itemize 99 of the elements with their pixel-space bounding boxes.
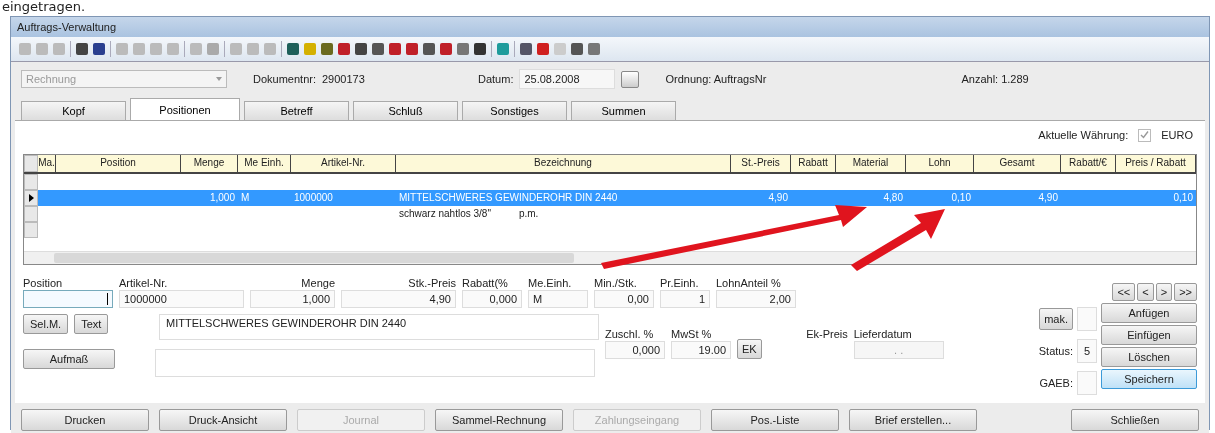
- column-header[interactable]: Artikel-Nr.: [291, 155, 396, 172]
- input-field[interactable]: M: [528, 290, 588, 308]
- input-field[interactable]: [23, 290, 113, 308]
- column-header[interactable]: Position: [56, 155, 181, 172]
- field-label: Ek-Preis: [805, 328, 848, 340]
- currency-checkbox[interactable]: [1138, 128, 1152, 142]
- field-label: Rabatt(%: [462, 277, 509, 289]
- action-button[interactable]: Anfügen: [1101, 303, 1197, 323]
- navigation-button[interactable]: <: [1137, 283, 1154, 301]
- record-count: Anzahl: 1.289: [961, 73, 1029, 85]
- measure-button[interactable]: Aufmaß: [23, 349, 115, 369]
- status-label: Status:: [1038, 345, 1073, 357]
- field-label: Stk.-Preis: [407, 277, 456, 289]
- calendar-icon[interactable]: [621, 70, 640, 88]
- field-label: Artikel-Nr.: [119, 277, 169, 289]
- column-header[interactable]: Material: [836, 155, 906, 172]
- tab[interactable]: Summen: [571, 101, 676, 120]
- field-label: Pr.Einh.: [660, 277, 700, 289]
- action-button[interactable]: Speichern: [1101, 369, 1197, 389]
- footer-button[interactable]: Druck-Ansicht: [159, 409, 287, 431]
- tab[interactable]: Positionen: [130, 98, 240, 120]
- input-field[interactable]: 0,000: [605, 341, 665, 359]
- table-cell: MITTELSCHWERES GEWINDEROHR DIN 2440: [399, 192, 618, 203]
- column-header[interactable]: Preis / Rabatt: [1116, 155, 1196, 172]
- row-header-cell[interactable]: [24, 190, 38, 206]
- column-header[interactable]: Rabatt: [791, 155, 836, 172]
- tab[interactable]: Kopf: [21, 101, 126, 120]
- document-number-label: Dokumentnr:: [253, 73, 316, 85]
- date-field[interactable]: 25.08.2008: [519, 69, 616, 89]
- navigation-button[interactable]: >: [1155, 283, 1173, 301]
- column-header[interactable]: Me Einh.: [238, 155, 291, 172]
- tab[interactable]: Sonstiges: [462, 101, 567, 120]
- column-header[interactable]: Ma.: [38, 155, 56, 172]
- field-label: Menge: [300, 277, 335, 289]
- footer-button[interactable]: Brief erstellen...: [849, 409, 977, 431]
- dropdown-arrow-icon: [216, 77, 222, 81]
- input-field[interactable]: 4,90: [341, 290, 456, 308]
- field-label: Me.Einh.: [528, 277, 573, 289]
- field-label: Position: [23, 277, 64, 289]
- action-button[interactable]: Löschen: [1101, 347, 1197, 367]
- field-label: MwSt %: [671, 328, 713, 340]
- row-header-cell[interactable]: [24, 222, 38, 238]
- select-button[interactable]: Sel.M.: [23, 314, 69, 334]
- footer-button[interactable]: Drucken: [21, 409, 149, 431]
- grid-row[interactable]: schwarz nahtlos 3/8" p.m.: [24, 206, 1196, 222]
- field-label: Lieferdatum: [853, 328, 913, 340]
- corner-cell[interactable]: [24, 155, 38, 172]
- table-cell: 1000000: [294, 192, 333, 203]
- table-cell: p.m.: [518, 208, 539, 219]
- table-cell: 0,10: [951, 192, 971, 203]
- checkmark-icon: [1140, 129, 1150, 139]
- status-field[interactable]: 5: [1077, 339, 1097, 363]
- row-header-cell[interactable]: [24, 174, 38, 190]
- document-text: eingetragen.: [1, 0, 87, 16]
- column-header[interactable]: St.-Preis: [731, 155, 791, 172]
- input-field[interactable]: 2,00: [716, 290, 796, 308]
- document-number: 2900173: [322, 73, 366, 85]
- input-field[interactable]: 0,00: [594, 290, 654, 308]
- input-field[interactable]: 19.00: [671, 341, 731, 359]
- table-cell: schwarz nahtlos 3/8": [399, 208, 491, 219]
- sort-order-text: Ordnung: AuftragsNr: [665, 73, 768, 85]
- footer-button[interactable]: Schließen: [1071, 409, 1199, 431]
- table-cell: M: [241, 192, 250, 203]
- tab[interactable]: Schluß: [353, 101, 458, 120]
- description-field[interactable]: MITTELSCHWERES GEWINDEROHR DIN 2440: [159, 314, 599, 340]
- field-label: LohnAnteil %: [716, 277, 782, 289]
- navigation-button[interactable]: >>: [1174, 283, 1197, 301]
- currency-label: Aktuelle Währung:: [1038, 129, 1129, 141]
- date-label: Datum:: [478, 73, 514, 85]
- action-button[interactable]: Einfügen: [1101, 325, 1197, 345]
- input-field[interactable]: 1000000: [119, 290, 244, 308]
- footer-button[interactable]: Pos.-Liste: [711, 409, 839, 431]
- description-field[interactable]: [155, 349, 595, 377]
- table-cell: 4,80: [883, 192, 903, 203]
- navigation-button[interactable]: <<: [1112, 283, 1136, 301]
- column-header[interactable]: Bezeichnung: [396, 155, 731, 172]
- column-header[interactable]: Gesamt: [974, 155, 1061, 172]
- input-field[interactable]: 1,000: [250, 290, 335, 308]
- footer-button[interactable]: Sammel-Rechnung: [435, 409, 563, 431]
- mak-button[interactable]: mak.: [1039, 308, 1073, 330]
- column-header[interactable]: Rabatt/€: [1061, 155, 1116, 172]
- text-button[interactable]: Text: [74, 314, 109, 334]
- tab[interactable]: Betreff: [244, 101, 349, 120]
- input-field[interactable]: 0,000: [462, 290, 522, 308]
- field-label: Zuschl. %: [605, 328, 655, 340]
- row-header-cell[interactable]: [24, 206, 38, 222]
- column-header[interactable]: Lohn: [906, 155, 974, 172]
- currency-value: EURO: [1161, 129, 1193, 141]
- ek-button[interactable]: EK: [737, 339, 762, 359]
- table-cell: 4,90: [768, 192, 788, 203]
- horizontal-scrollbar[interactable]: [24, 251, 1196, 264]
- column-header[interactable]: Menge: [181, 155, 238, 172]
- table-cell: 4,90: [1038, 192, 1058, 203]
- field-label: Min./Stk.: [594, 277, 638, 289]
- window-title: Auftrags-Verwaltung: [11, 17, 1209, 37]
- table-cell: 1,000: [209, 192, 235, 203]
- input-field[interactable]: 1: [660, 290, 710, 308]
- gaeb-label: GAEB:: [1039, 377, 1073, 389]
- table-cell: 0,10: [1173, 192, 1193, 203]
